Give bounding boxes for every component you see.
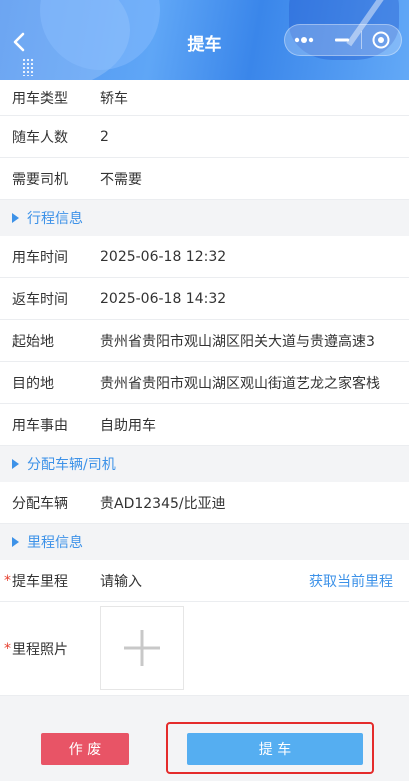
trip-section-title: 行程信息 <box>27 211 83 227</box>
origin-value: 贵州省贵阳市观山湖区阳关大道与贵遵高速3 <box>100 333 375 350</box>
pickup-mileage-label: 提车里程 <box>12 573 68 590</box>
nav-header: 提车 <box>0 0 409 80</box>
reason-value: 自助用车 <box>100 417 156 434</box>
more-button[interactable] <box>285 25 323 55</box>
reason-row: 用车事由 自助用车 <box>0 404 409 446</box>
minimize-button[interactable] <box>323 25 361 55</box>
origin-label: 起始地 <box>12 333 54 350</box>
pickup-mileage-input[interactable]: 请输入 <box>100 571 289 591</box>
pickup-mileage-row: * 提车里程 请输入 获取当前里程 <box>0 560 409 602</box>
use-time-value: 2025-06-18 12:32 <box>100 248 227 265</box>
passengers-value: 2 <box>100 128 109 145</box>
required-mark: * <box>4 640 11 657</box>
triangle-right-icon <box>12 537 19 547</box>
photo-upload-button[interactable] <box>100 606 184 690</box>
assign-section-header: 分配车辆/司机 <box>0 446 409 482</box>
return-time-row: 返车时间 2025-06-18 14:32 <box>0 278 409 320</box>
action-footer: 作 废 提 车 <box>0 696 409 781</box>
get-current-mileage-button[interactable]: 获取当前里程 <box>309 571 393 591</box>
destination-label: 目的地 <box>12 375 54 392</box>
vehicle-label: 分配车辆 <box>12 495 68 512</box>
need-driver-row: 需要司机 不需要 <box>0 158 409 200</box>
mileage-photo-label: 里程照片 <box>12 641 68 658</box>
required-mark: * <box>4 572 11 589</box>
assign-section-title: 分配车辆/司机 <box>27 457 116 473</box>
need-driver-value: 不需要 <box>100 171 142 188</box>
trip-section-header: 行程信息 <box>0 200 409 236</box>
void-button[interactable]: 作 废 <box>41 733 129 765</box>
use-time-row: 用车时间 2025-06-18 12:32 <box>0 236 409 278</box>
origin-row: 起始地 贵州省贵阳市观山湖区阳关大道与贵遵高速3 <box>0 320 409 362</box>
form-content: 用车类型 轿车 随车人数 2 需要司机 不需要 行程信息 用车时间 2025-0… <box>0 80 409 696</box>
vehicle-value: 贵AD12345/比亚迪 <box>100 495 226 512</box>
passengers-row: 随车人数 2 <box>0 116 409 158</box>
plus-icon <box>124 630 160 666</box>
car-type-label: 用车类型 <box>12 90 68 107</box>
header-decoration <box>22 58 34 76</box>
triangle-right-icon <box>12 459 19 469</box>
destination-value: 贵州省贵阳市观山湖区观山街道艺龙之家客栈 <box>100 375 380 392</box>
mileage-photo-row: * 里程照片 <box>0 602 409 696</box>
passengers-label: 随车人数 <box>12 129 68 146</box>
close-miniprogram-button[interactable] <box>362 25 400 55</box>
need-driver-label: 需要司机 <box>12 171 68 188</box>
mileage-section-header: 里程信息 <box>0 524 409 560</box>
destination-row: 目的地 贵州省贵阳市观山湖区观山街道艺龙之家客栈 <box>0 362 409 404</box>
return-time-value: 2025-06-18 14:32 <box>100 290 227 307</box>
miniprogram-capsule <box>284 24 402 56</box>
more-dots-icon <box>294 37 314 43</box>
car-type-value: 轿车 <box>100 90 128 107</box>
reason-label: 用车事由 <box>12 417 68 434</box>
target-close-icon <box>372 31 390 49</box>
use-time-label: 用车时间 <box>12 249 68 266</box>
vehicle-row: 分配车辆 贵AD12345/比亚迪 <box>0 482 409 524</box>
pickup-submit-button[interactable]: 提 车 <box>187 733 363 765</box>
minimize-icon <box>335 38 349 42</box>
return-time-label: 返车时间 <box>12 291 68 308</box>
car-type-row: 用车类型 轿车 <box>0 80 409 116</box>
mileage-section-title: 里程信息 <box>27 535 83 551</box>
triangle-right-icon <box>12 213 19 223</box>
